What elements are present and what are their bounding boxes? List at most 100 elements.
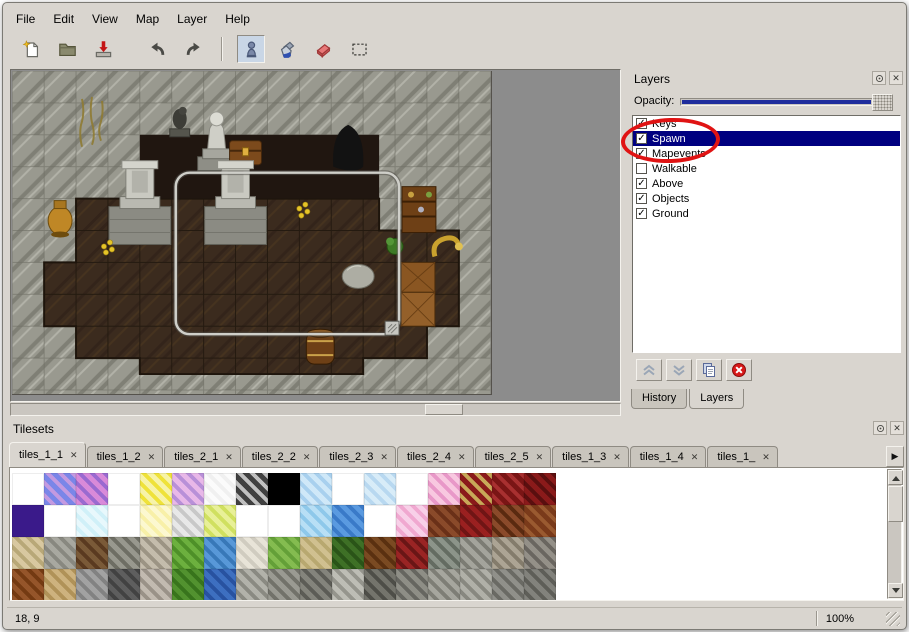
opacity-slider[interactable] <box>680 98 893 106</box>
palette-tile[interactable] <box>524 473 556 505</box>
palette-tile[interactable] <box>140 569 172 601</box>
palette-tile[interactable] <box>12 505 44 537</box>
palette-tile[interactable] <box>396 505 428 537</box>
tab-close-icon[interactable]: ✕ <box>536 452 544 463</box>
palette-tile[interactable] <box>204 473 236 505</box>
palette-tile[interactable] <box>428 473 460 505</box>
palette-tile[interactable] <box>492 473 524 505</box>
palette-tile[interactable] <box>12 569 44 601</box>
palette-tile[interactable] <box>492 569 524 601</box>
palette-tile[interactable] <box>140 473 172 505</box>
menu-help[interactable]: Help <box>216 9 259 29</box>
layer-row-keys[interactable]: ✓Keys <box>633 116 900 131</box>
palette-tile[interactable] <box>460 569 492 601</box>
float-icon[interactable] <box>873 421 887 435</box>
palette-tile[interactable] <box>364 473 396 505</box>
palette-tile[interactable] <box>44 505 76 537</box>
tileset-tab-tiles_2_3[interactable]: tiles_2_3✕ <box>319 446 396 467</box>
tab-close-icon[interactable]: ✕ <box>762 452 770 463</box>
duplicate-layer-button[interactable] <box>696 359 722 381</box>
tab-close-icon[interactable]: ✕ <box>70 450 78 461</box>
layer-row-spawn[interactable]: ✓Spawn <box>633 131 900 146</box>
palette-tile[interactable] <box>524 537 556 569</box>
opacity-slider-handle[interactable] <box>872 94 893 111</box>
palette-tile[interactable] <box>428 505 460 537</box>
layer-row-objects[interactable]: ✓Objects <box>633 191 900 206</box>
palette-tile[interactable] <box>524 569 556 601</box>
palette-tile[interactable] <box>172 537 204 569</box>
palette-tile[interactable] <box>44 537 76 569</box>
tab-close-icon[interactable]: ✕ <box>380 452 388 463</box>
layer-visibility-checkbox[interactable]: ✓ <box>636 118 647 129</box>
palette-tile[interactable] <box>492 537 524 569</box>
palette-tile[interactable] <box>428 537 460 569</box>
palette-tile[interactable] <box>44 569 76 601</box>
palette-tile[interactable] <box>332 505 364 537</box>
layer-row-above[interactable]: ✓Above <box>633 176 900 191</box>
palette-tile[interactable] <box>204 569 236 601</box>
map-hscrollbar[interactable] <box>10 403 621 416</box>
open-button[interactable] <box>53 35 81 63</box>
rect-select-tool-button[interactable] <box>345 35 373 63</box>
palette-tile[interactable] <box>204 505 236 537</box>
tab-scroll-right-button[interactable]: ▶ <box>886 446 904 467</box>
move-layer-down-button[interactable] <box>666 359 692 381</box>
fill-tool-button[interactable] <box>273 35 301 63</box>
palette-tile[interactable] <box>236 505 268 537</box>
palette-tile[interactable] <box>300 505 332 537</box>
palette-tile[interactable] <box>236 537 268 569</box>
palette-tile[interactable] <box>204 537 236 569</box>
palette-tile[interactable] <box>76 569 108 601</box>
map-canvas[interactable] <box>12 71 492 395</box>
tileset-tab-tiles_1_2[interactable]: tiles_1_2✕ <box>87 446 164 467</box>
tileset-tab-tiles_1_3[interactable]: tiles_1_3✕ <box>552 446 629 467</box>
palette-tile[interactable] <box>300 569 332 601</box>
palette-tile[interactable] <box>364 505 396 537</box>
tileset-tab-tiles_2_2[interactable]: tiles_2_2✕ <box>242 446 319 467</box>
palette-tile[interactable] <box>364 537 396 569</box>
palette-tile[interactable] <box>108 569 140 601</box>
redo-button[interactable] <box>179 35 207 63</box>
palette-tile[interactable] <box>396 537 428 569</box>
palette-tile[interactable] <box>332 569 364 601</box>
eraser-tool-button[interactable] <box>309 35 337 63</box>
palette-tile[interactable] <box>428 569 460 601</box>
palette-tile[interactable] <box>108 505 140 537</box>
palette-tile[interactable] <box>108 473 140 505</box>
move-layer-up-button[interactable] <box>636 359 662 381</box>
layer-row-walkable[interactable]: Walkable <box>633 161 900 176</box>
palette-tile[interactable] <box>396 473 428 505</box>
palette-tile[interactable] <box>268 569 300 601</box>
float-icon[interactable] <box>872 71 886 85</box>
palette-tile[interactable] <box>332 473 364 505</box>
palette-tile[interactable] <box>268 505 300 537</box>
tileset-tab-tiles_1_[interactable]: tiles_1_✕ <box>707 446 777 467</box>
palette-tile[interactable] <box>236 473 268 505</box>
palette-tile[interactable] <box>172 569 204 601</box>
palette-tile[interactable] <box>236 569 268 601</box>
panel-tab-history[interactable]: History <box>631 389 687 409</box>
map-hscrollbar-thumb[interactable] <box>425 404 463 415</box>
palette-tile[interactable] <box>108 537 140 569</box>
palette-tile[interactable] <box>332 537 364 569</box>
tab-close-icon[interactable]: ✕ <box>458 452 466 463</box>
palette-vscrollbar-thumb[interactable] <box>888 486 903 522</box>
tab-close-icon[interactable]: ✕ <box>148 452 156 463</box>
palette-tile[interactable] <box>12 473 44 505</box>
save-button[interactable] <box>89 35 117 63</box>
palette-tile[interactable] <box>460 537 492 569</box>
palette-tile[interactable] <box>76 473 108 505</box>
layer-visibility-checkbox[interactable]: ✓ <box>636 178 647 189</box>
palette-tile[interactable] <box>460 505 492 537</box>
palette-tile[interactable] <box>140 505 172 537</box>
panel-tab-layers[interactable]: Layers <box>689 389 744 409</box>
palette-tile[interactable] <box>492 505 524 537</box>
tileset-tab-tiles_1_4[interactable]: tiles_1_4✕ <box>630 446 707 467</box>
tileset-tab-tiles_2_5[interactable]: tiles_2_5✕ <box>475 446 552 467</box>
palette-tile[interactable] <box>396 569 428 601</box>
palette-tile[interactable] <box>268 473 300 505</box>
palette-tile[interactable] <box>76 505 108 537</box>
palette-tile[interactable] <box>172 473 204 505</box>
layer-visibility-checkbox[interactable]: ✓ <box>636 208 647 219</box>
tileset-tab-tiles_1_1[interactable]: tiles_1_1✕ <box>9 442 86 467</box>
